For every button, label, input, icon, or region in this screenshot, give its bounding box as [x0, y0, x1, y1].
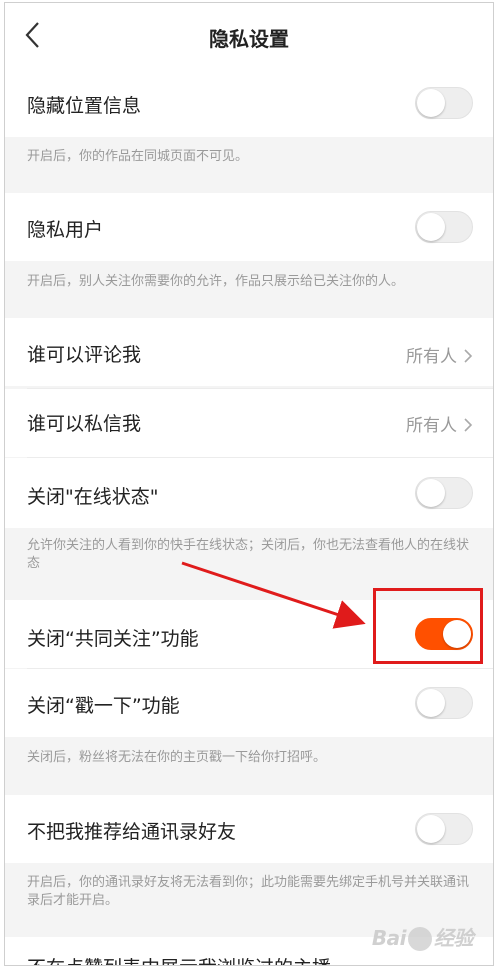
annotation-arrow [181, 561, 366, 629]
annotation-highlight-box [373, 588, 483, 664]
